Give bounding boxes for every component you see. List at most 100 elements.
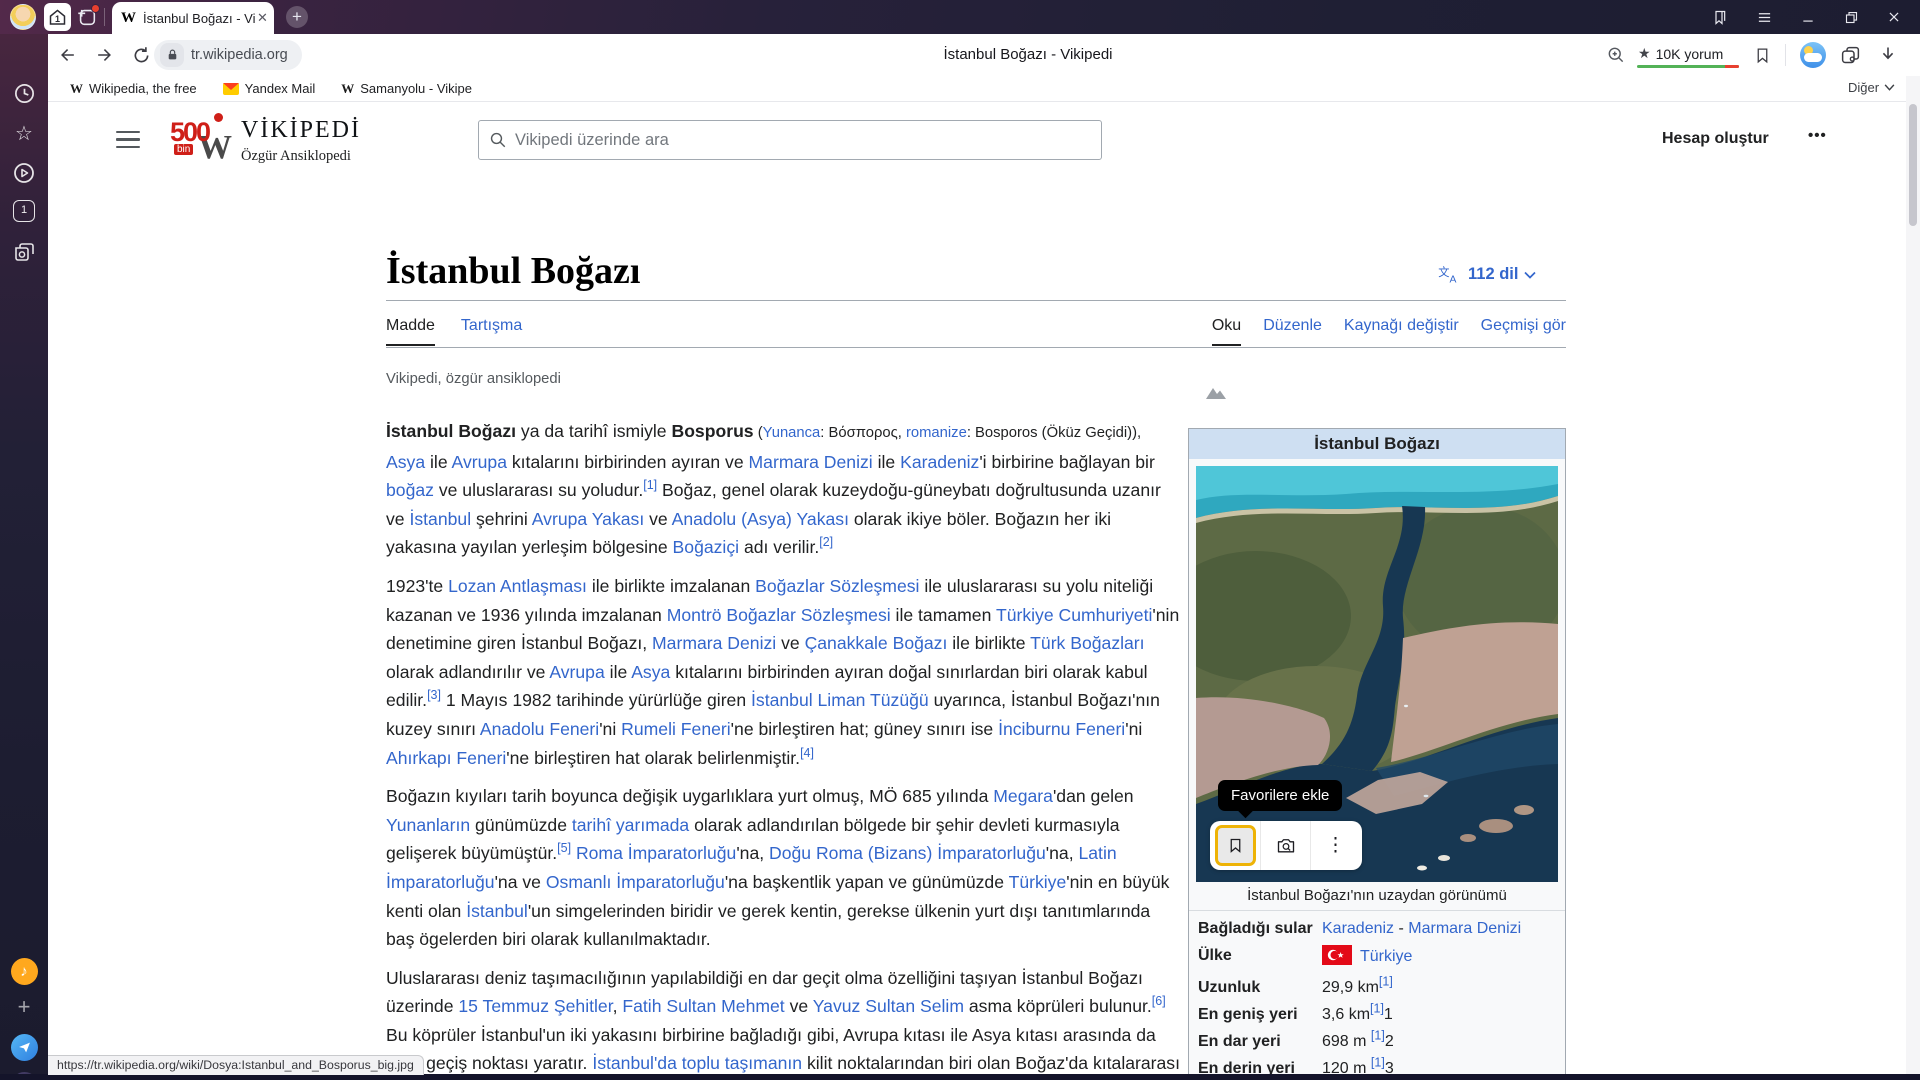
wiki-link[interactable]: İstanbul	[409, 509, 471, 529]
wiki-link[interactable]: Türkiye	[1360, 948, 1412, 965]
wiki-link[interactable]: Roma İmparatorluğu	[576, 843, 736, 863]
new-tab-button[interactable]: +	[286, 6, 308, 28]
reload-icon[interactable]	[129, 43, 153, 67]
video-play-icon[interactable]	[0, 161, 48, 185]
wiki-link[interactable]: Megara	[993, 786, 1053, 806]
wiki-link[interactable]: Fatih Sultan Mehmet	[622, 996, 784, 1016]
history-icon[interactable]	[0, 82, 48, 105]
wiki-link[interactable]: Yavuz Sultan Selim	[813, 996, 964, 1016]
add-service-icon[interactable]: +	[0, 994, 48, 1020]
wiki-link[interactable]: Türk Boğazları	[1030, 633, 1144, 653]
forward-icon[interactable]	[92, 43, 116, 67]
scrollbar-thumb[interactable]	[1909, 104, 1917, 226]
wiki-link[interactable]: boğaz	[386, 480, 434, 500]
wiki-link[interactable]: Asya	[386, 452, 425, 472]
address-bar[interactable]: tr.wikipedia.org	[154, 40, 302, 70]
wiki-link[interactable]: Osmanlı İmparatorluğu	[546, 872, 725, 892]
tab-madde[interactable]: Madde	[386, 317, 435, 346]
search-input[interactable]	[515, 131, 1075, 150]
tab-tartışma[interactable]: Tartışma	[461, 317, 522, 346]
more-actions-button[interactable]: ⋮	[1310, 821, 1360, 870]
wiki-link[interactable]: Montrö Boğazlar Sözleşmesi	[667, 605, 891, 625]
wiki-link[interactable]: Marmara Denizi	[652, 633, 776, 653]
reference-link[interactable]: [1]	[1370, 1002, 1384, 1016]
wiki-link[interactable]: 15 Temmuz Şehitler	[458, 996, 612, 1016]
wiki-link[interactable]: Karadeniz	[900, 452, 979, 472]
weather-widget-icon[interactable]	[1800, 42, 1826, 68]
wiki-link[interactable]: tarihî yarımada	[572, 815, 689, 835]
wiki-link[interactable]: Anadolu (Asya) Yakası	[672, 509, 849, 529]
wiki-link[interactable]: İstanbul Liman Tüzüğü	[751, 690, 929, 710]
language-selector[interactable]: 文A 112 dil	[1438, 265, 1536, 284]
music-icon[interactable]: ♪	[0, 958, 48, 985]
wiki-link[interactable]: İstanbul'da toplu taşımanın	[592, 1053, 802, 1073]
wiki-link[interactable]: Çanakkale Boğazı	[805, 633, 948, 653]
more-options-button[interactable]: •••	[1808, 127, 1827, 144]
infobox-image[interactable]: Favorilere ekle ⋮	[1196, 466, 1558, 882]
collections-icon[interactable]	[1838, 43, 1862, 67]
wiki-link[interactable]: Avrupa Yakası	[532, 509, 644, 529]
minimize-button[interactable]	[1798, 7, 1818, 27]
image-search-button[interactable]	[1260, 821, 1310, 870]
menu-icon[interactable]	[1754, 7, 1774, 27]
wiki-link[interactable]: Boğaziçi	[673, 537, 740, 557]
reference-link[interactable]: [2]	[819, 536, 833, 550]
view-tab[interactable]: Oku	[1212, 317, 1241, 346]
reference-link[interactable]: [1]	[643, 478, 657, 492]
wiki-search-box[interactable]	[478, 120, 1102, 160]
reference-link[interactable]: [4]	[800, 746, 814, 760]
tab-close-icon[interactable]: ✕	[257, 10, 268, 26]
wiki-link[interactable]: İnciburnu Feneri	[998, 719, 1125, 739]
maximize-button[interactable]	[1841, 7, 1861, 27]
view-tab[interactable]: Kaynağı değiştir	[1344, 317, 1459, 346]
wiki-link[interactable]: Karadeniz	[1322, 920, 1394, 937]
bookmark-item[interactable]: Yandex Mail	[223, 81, 316, 97]
wiki-link[interactable]: Ahırkapı Feneri	[386, 748, 506, 768]
bookmark-item[interactable]: WWikipedia, the free	[70, 81, 197, 97]
bookmarks-star-icon[interactable]: ☆	[0, 121, 48, 146]
wiki-link[interactable]: Boğazlar Sözleşmesi	[755, 576, 919, 596]
wiki-link[interactable]: Türkiye	[1009, 872, 1067, 892]
reference-link[interactable]: [5]	[557, 841, 571, 855]
screenshot-camera-icon[interactable]	[0, 241, 48, 265]
browser-tab-active[interactable]: W İstanbul Boğazı - Vikipedi ✕	[112, 2, 274, 34]
reference-link[interactable]: [1]	[1379, 975, 1393, 989]
wiki-link[interactable]: Türkiye Cumhuriyeti	[996, 605, 1152, 625]
wiki-link[interactable]: Marmara Denizi	[749, 452, 873, 472]
reference-link[interactable]: [6]	[1152, 994, 1166, 1008]
zoom-search-icon[interactable]	[1604, 43, 1628, 67]
wiki-link[interactable]: Avrupa	[452, 452, 507, 472]
wiki-link[interactable]: Rumeli Feneri	[621, 719, 731, 739]
bookmark-flag-icon[interactable]	[1750, 43, 1774, 67]
close-button[interactable]	[1884, 7, 1904, 27]
lock-icon[interactable]	[160, 43, 184, 67]
create-account-link[interactable]: Hesap oluştur	[1662, 130, 1769, 148]
wiki-link[interactable]: Avrupa	[549, 662, 604, 682]
reference-link[interactable]: [1]	[1371, 1029, 1385, 1043]
wiki-link[interactable]: Yunanların	[386, 815, 470, 835]
wiki-link[interactable]: Yunanca	[763, 425, 821, 441]
wiki-link[interactable]: Asya	[631, 662, 670, 682]
downloads-icon[interactable]	[1876, 43, 1900, 67]
reviews-rating[interactable]: ★ 10K yorum	[1638, 45, 1723, 62]
wiki-link[interactable]: Marmara Denizi	[1408, 920, 1521, 937]
add-to-favorites-button[interactable]	[1210, 821, 1260, 870]
tabs-panel-icon[interactable]: 1	[0, 200, 48, 222]
bookmark-item[interactable]: WSamanyolu - Vikipe	[341, 81, 472, 97]
profile-avatar[interactable]	[10, 4, 36, 30]
view-tab[interactable]: Düzenle	[1263, 317, 1322, 346]
reference-link[interactable]: [1]	[1371, 1056, 1385, 1070]
home-button[interactable]: 1	[44, 3, 71, 31]
wiki-link[interactable]: Lozan Antlaşması	[448, 576, 587, 596]
wiki-link[interactable]: Anadolu Feneri	[480, 719, 599, 739]
wikipedia-wordmark[interactable]: VİKİPEDİ Özgür Ansiklopedi	[241, 117, 361, 165]
wiki-link[interactable]: romanize	[906, 425, 967, 441]
other-bookmarks-button[interactable]: Diğer	[1848, 80, 1895, 95]
view-tab[interactable]: Geçmişi gör	[1481, 317, 1566, 346]
main-menu-icon[interactable]	[116, 131, 140, 149]
panels-icon[interactable]	[1710, 7, 1730, 27]
wikipedia-500k-logo[interactable]: W 500 bin	[170, 111, 234, 167]
page-scrollbar[interactable]	[1906, 76, 1920, 1074]
wiki-link[interactable]: İstanbul	[466, 901, 528, 921]
messenger-icon[interactable]	[0, 1034, 48, 1061]
